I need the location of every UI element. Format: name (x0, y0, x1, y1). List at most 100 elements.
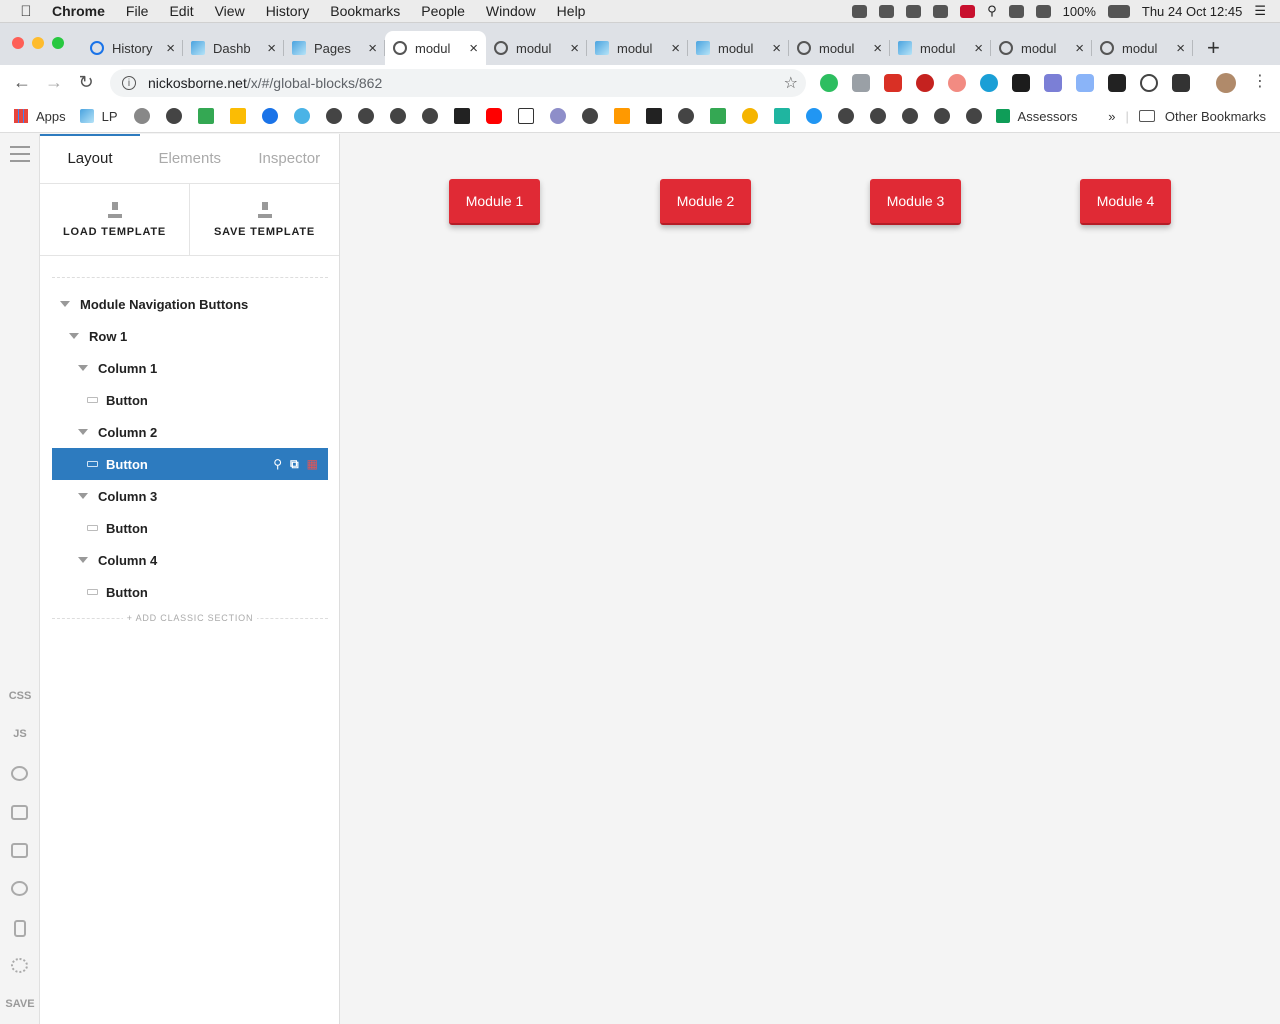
trash-icon[interactable]: ▦ (307, 457, 318, 472)
amazon-icon[interactable] (613, 108, 630, 124)
close-tab-icon[interactable]: × (772, 40, 781, 57)
globe-icon[interactable] (965, 108, 982, 124)
k-extension-icon[interactable] (1012, 74, 1030, 92)
duplicate-icon[interactable]: ⧉ (290, 457, 299, 472)
tab-dashboard[interactable]: Dashb × (183, 31, 284, 65)
menu-history[interactable]: History (266, 3, 310, 19)
close-tab-icon[interactable]: × (671, 40, 680, 57)
tree-node-button-4[interactable]: Button (52, 576, 328, 608)
globe-icon[interactable] (869, 108, 886, 124)
search-icon[interactable]: ⚲ (273, 457, 282, 472)
save-template-button[interactable]: SAVE TEMPLATE (190, 184, 339, 255)
tab-module[interactable]: modul × (991, 31, 1092, 65)
save-button[interactable]: SAVE (0, 998, 40, 1010)
close-tab-icon[interactable]: × (166, 40, 175, 57)
bbc-icon[interactable] (453, 108, 470, 124)
tab-layout[interactable]: Layout (40, 134, 140, 183)
zoom-window-button[interactable] (52, 37, 64, 49)
close-tab-icon[interactable]: × (368, 40, 377, 57)
tab-history[interactable]: History × (82, 31, 183, 65)
new-tab-button[interactable]: + (1207, 35, 1220, 61)
menu-app-name[interactable]: Chrome (52, 3, 105, 19)
tree-node-button-3[interactable]: Button (52, 512, 328, 544)
target-icon[interactable] (261, 108, 278, 124)
globe-icon[interactable] (837, 108, 854, 124)
preview-icon[interactable] (11, 881, 28, 896)
globe-icon[interactable] (325, 108, 342, 124)
globe-icon[interactable] (165, 108, 182, 124)
history-icon[interactable] (11, 766, 28, 781)
swirl-icon[interactable] (293, 108, 310, 124)
close-tab-icon[interactable]: × (267, 40, 276, 57)
drive-icon[interactable] (229, 108, 246, 124)
tab-module-active[interactable]: modul × (385, 31, 486, 65)
maps-icon[interactable] (709, 108, 726, 124)
gear-icon[interactable] (11, 958, 28, 973)
menu-file[interactable]: File (126, 3, 149, 19)
caret-down-icon[interactable] (78, 429, 88, 435)
volume-icon[interactable] (1035, 4, 1051, 18)
wikipedia-icon[interactable] (517, 108, 534, 124)
other-bookmarks[interactable]: Other Bookmarks (1165, 109, 1266, 124)
module-3-button[interactable]: Module 3 (870, 179, 961, 225)
js-button[interactable]: JS (0, 728, 40, 740)
bluetooth-icon[interactable] (933, 4, 949, 18)
tree-node-column-4[interactable]: Column 4 (52, 544, 328, 576)
profile-avatar[interactable] (1216, 73, 1236, 93)
tab-module[interactable]: modul × (890, 31, 991, 65)
menu-bookmarks[interactable]: Bookmarks (330, 3, 400, 19)
menu-window[interactable]: Window (486, 3, 536, 19)
caret-down-icon[interactable] (69, 333, 79, 339)
globe-icon[interactable] (421, 108, 438, 124)
toolbox-icon[interactable] (645, 108, 662, 124)
site-info-icon[interactable]: i (122, 76, 136, 90)
tab-elements[interactable]: Elements (140, 134, 240, 183)
plane-icon[interactable] (805, 108, 822, 124)
address-bar[interactable]: i nickosborne.net/x/#/global-blocks/862 … (110, 69, 806, 97)
menu-edit[interactable]: Edit (169, 3, 193, 19)
bookmark-icon[interactable] (133, 108, 150, 124)
tab-pages[interactable]: Pages × (284, 31, 385, 65)
tree-node-column-3[interactable]: Column 3 (52, 480, 328, 512)
tab-module[interactable]: modul × (1092, 31, 1193, 65)
caret-down-icon[interactable] (78, 365, 88, 371)
globe-icon[interactable] (933, 108, 950, 124)
cloud-upload-icon[interactable] (852, 4, 868, 18)
info-extension-icon[interactable] (1140, 74, 1158, 92)
tree-node-section[interactable]: Module Navigation Buttons (52, 288, 328, 320)
reload-icon[interactable]: ↻ (70, 72, 102, 93)
close-window-button[interactable] (12, 37, 24, 49)
close-tab-icon[interactable]: × (1075, 40, 1084, 57)
close-tab-icon[interactable]: × (570, 40, 579, 57)
tab-inspector[interactable]: Inspector (240, 134, 340, 183)
wifi-icon[interactable] (1008, 4, 1024, 18)
drive-icon[interactable] (852, 74, 870, 92)
flag-icon[interactable] (960, 4, 976, 18)
spiral-icon[interactable] (948, 74, 966, 92)
close-tab-icon[interactable]: × (1176, 40, 1185, 57)
tree-node-button-1[interactable]: Button (52, 384, 328, 416)
load-template-button[interactable]: LOAD TEMPLATE (40, 184, 190, 255)
module-2-button[interactable]: Module 2 (660, 179, 751, 225)
bookmark-star-icon[interactable]: ☆ (784, 73, 798, 93)
pages-icon[interactable] (11, 843, 28, 858)
globe-icon[interactable] (389, 108, 406, 124)
tab-module[interactable]: modul × (486, 31, 587, 65)
screenshot-icon[interactable] (1172, 74, 1190, 92)
globe-icon[interactable] (581, 108, 598, 124)
module-4-button[interactable]: Module 4 (1080, 179, 1171, 225)
tab-module[interactable]: modul × (587, 31, 688, 65)
calendar-icon[interactable] (773, 108, 790, 124)
mobile-icon[interactable] (14, 920, 26, 937)
tree-node-row[interactable]: Row 1 (52, 320, 328, 352)
tab-module[interactable]: modul × (789, 31, 890, 65)
bookmark-apps[interactable]: Apps (14, 109, 66, 124)
battery-icon[interactable] (1107, 4, 1130, 18)
back-icon[interactable]: ← (6, 72, 38, 93)
menu-help[interactable]: Help (557, 3, 586, 19)
add-classic-section-button[interactable]: + ADD CLASSIC SECTION (52, 613, 328, 623)
pattern-icon[interactable] (1044, 74, 1062, 92)
bookmark-lp[interactable]: LP (79, 109, 118, 124)
tree-node-column-2[interactable]: Column 2 (52, 416, 328, 448)
hamburger-menu-icon[interactable] (10, 146, 30, 167)
